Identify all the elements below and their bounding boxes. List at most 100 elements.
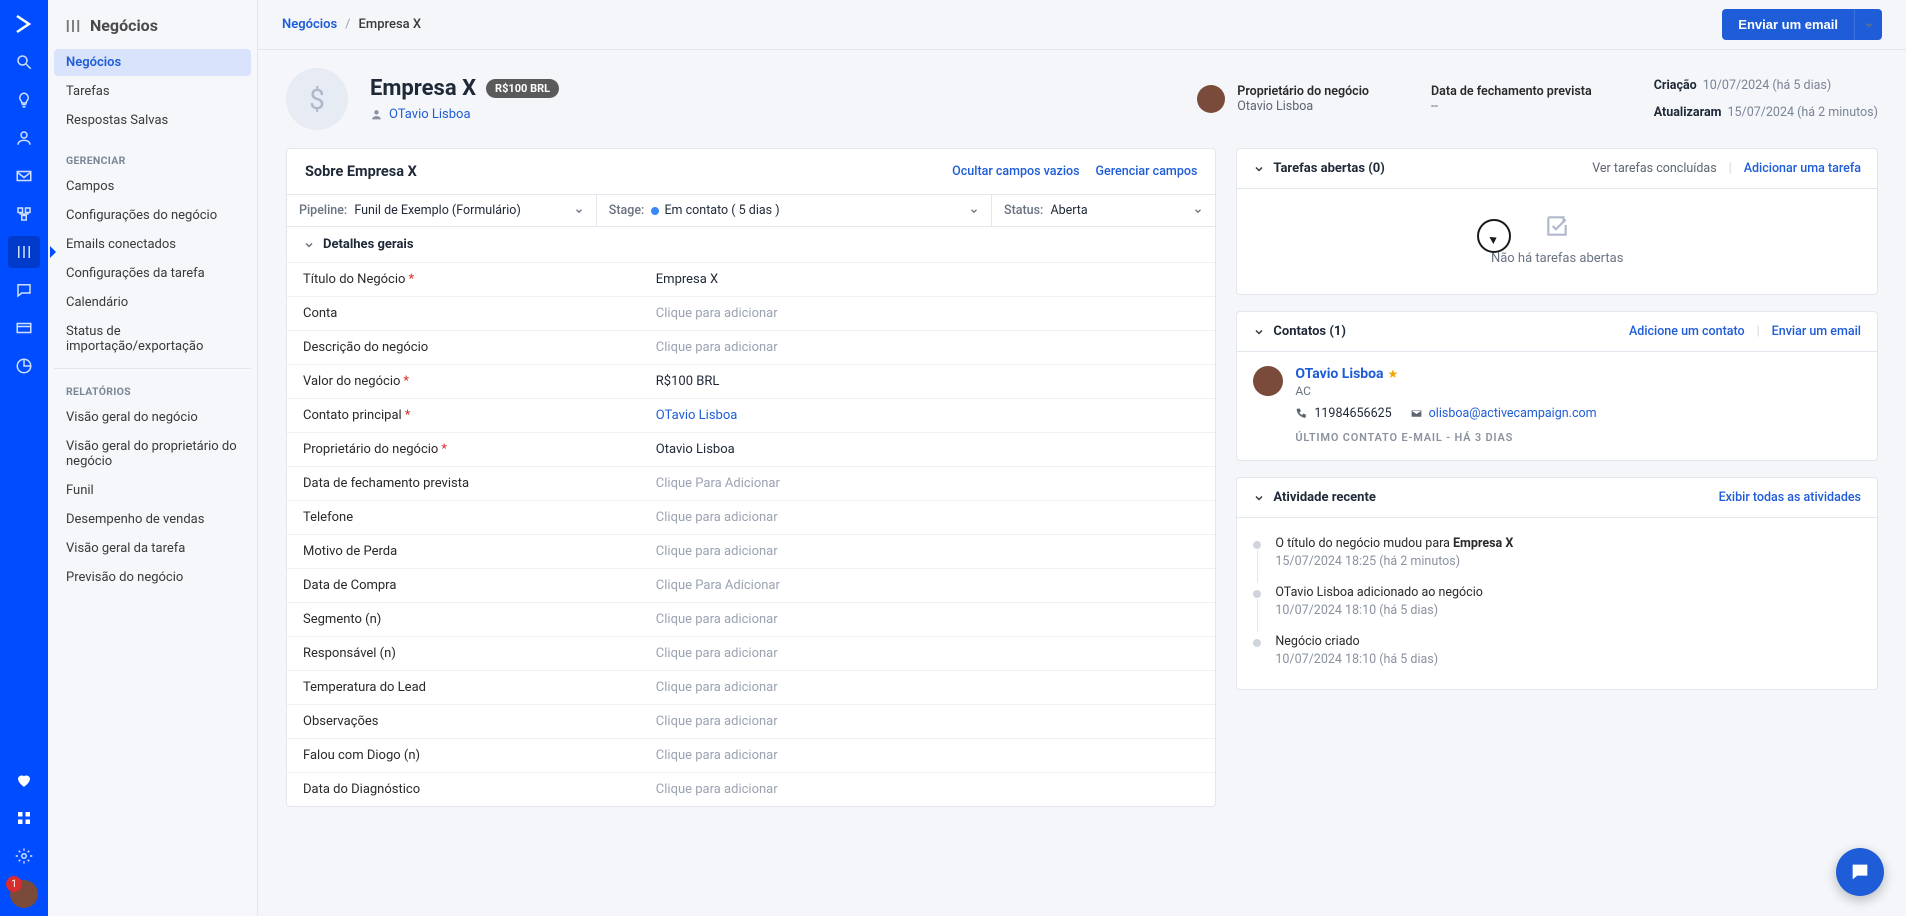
sidebar-item[interactable]: Tarefas [54, 78, 251, 105]
owner-avatar [1197, 85, 1225, 113]
check-icon [1544, 213, 1570, 239]
show-all-activity[interactable]: Exibir todas as atividades [1719, 490, 1861, 505]
sidebar-item[interactable]: Status de importação/exportação [54, 318, 251, 360]
general-details-toggle[interactable]: Detalhes gerais [287, 226, 1215, 262]
person-icon[interactable] [8, 122, 40, 154]
sidebar-item[interactable]: Previsão do negócio [54, 564, 251, 591]
sidebar-item[interactable]: Negócios [54, 49, 251, 76]
about-card: Sobre Empresa X Ocultar campos vazios Ge… [286, 148, 1216, 807]
view-completed-tasks[interactable]: Ver tarefas concluídas [1592, 161, 1716, 176]
sidebar-item[interactable]: Campos [54, 173, 251, 200]
nav-rail: 1 [0, 0, 48, 916]
sidebar-item[interactable]: Respostas Salvas [54, 107, 251, 134]
stage-select[interactable]: Stage: Em contato ( 5 dias ) [597, 195, 992, 226]
contact-email[interactable]: olisboa@activecampaign.com [1429, 406, 1597, 421]
hide-empty-fields[interactable]: Ocultar campos vazios [952, 164, 1079, 179]
field-row[interactable]: ContaClique para adicionar [287, 297, 1215, 331]
field-row[interactable]: TelefoneClique para adicionar [287, 501, 1215, 535]
meta-block: Criação10/07/2024 (há 5 dias) Atualizara… [1654, 78, 1878, 120]
envelope-icon[interactable] [8, 160, 40, 192]
breadcrumb-root[interactable]: Negócios [282, 17, 337, 32]
owner-block: Proprietário do negócio Otavio Lisboa [1197, 84, 1369, 114]
contact-phone: 11984656625 [1314, 406, 1391, 421]
field-row[interactable]: ObservaçõesClique para adicionar [287, 705, 1215, 739]
manage-fields[interactable]: Gerenciar campos [1096, 164, 1198, 179]
status-select[interactable]: Status: Aberta [992, 195, 1215, 226]
activity-list: O título do negócio mudou para Empresa X… [1237, 517, 1877, 689]
contacts-card: Contatos (1) Adicione um contato | Envia… [1236, 311, 1878, 461]
tasks-empty: Não há tarefas abertas [1237, 188, 1877, 294]
tasks-card: Tarefas abertas (0) Ver tarefas concluíd… [1236, 148, 1878, 295]
deals-icon[interactable] [8, 236, 40, 268]
field-row[interactable]: Responsável (n)Clique para adicionar [287, 637, 1215, 671]
user-avatar[interactable]: 1 [8, 878, 40, 910]
deal-header: $ Empresa X R$100 BRL OTavio Lisboa Prop… [258, 50, 1906, 148]
deal-title: Empresa X [370, 76, 476, 101]
breadcrumb-current: Empresa X [359, 17, 422, 32]
apps-icon[interactable] [8, 802, 40, 834]
person-icon [370, 108, 383, 121]
stage-row: Pipeline: Funil de Exemplo (Formulário) … [287, 194, 1215, 226]
field-row[interactable]: Proprietário do negócio*Otavio Lisboa [287, 433, 1215, 467]
bulb-icon[interactable] [8, 84, 40, 116]
send-email-split-button: Enviar um email [1722, 9, 1882, 40]
field-row[interactable]: Data de fechamento previstaClique Para A… [287, 467, 1215, 501]
sidebar-item[interactable]: Desempenho de vendas [54, 506, 251, 533]
sidebar: Negócios NegóciosTarefasRespostas Salvas… [48, 0, 258, 916]
sidebar-item[interactable]: Visão geral da tarefa [54, 535, 251, 562]
sidebar-item[interactable]: Visão geral do negócio [54, 404, 251, 431]
tasks-title: Tarefas abertas (0) [1273, 161, 1384, 176]
field-row[interactable]: Data do DiagnósticoClique para adicionar [287, 773, 1215, 807]
contact-row[interactable]: OTavio Lisboa ★ AC 11984656625 olisboa@ac… [1237, 351, 1877, 460]
sidebar-heading: GERENCIAR [54, 138, 251, 173]
fields-table: Título do Negócio*Empresa XContaClique p… [287, 262, 1215, 806]
add-contact[interactable]: Adicione um contato [1629, 324, 1745, 339]
heart-icon[interactable] [8, 764, 40, 796]
mail-icon [1410, 407, 1423, 420]
field-row[interactable]: Descrição do negócioClique para adiciona… [287, 331, 1215, 365]
sidebar-item[interactable]: Funil [54, 477, 251, 504]
sidebar-heading: RELATÓRIOS [54, 368, 251, 404]
breadcrumb-bar: Negócios / Empresa X Enviar um email [258, 0, 1906, 50]
gear-icon[interactable] [8, 840, 40, 872]
pie-icon[interactable] [8, 350, 40, 382]
send-email-contact[interactable]: Enviar um email [1772, 324, 1861, 339]
field-row[interactable]: Temperatura do LeadClique para adicionar [287, 671, 1215, 705]
contact-avatar [1253, 366, 1283, 396]
logo[interactable] [8, 8, 40, 40]
sidebar-item[interactable]: Visão geral do proprietário do negócio [54, 433, 251, 475]
deal-avatar: $ [286, 68, 348, 130]
activity-item: OTavio Lisboa adicionado ao negócio10/07… [1253, 577, 1861, 626]
phone-icon [1295, 407, 1308, 420]
activity-item: Negócio criado10/07/2024 18:10 (há 5 dia… [1253, 626, 1861, 675]
field-row[interactable]: Data de CompraClique Para Adicionar [287, 569, 1215, 603]
send-email-button[interactable]: Enviar um email [1722, 9, 1854, 40]
field-row[interactable]: Falou com Diogo (n)Clique para adicionar [287, 739, 1215, 773]
breadcrumb: Negócios / Empresa X [282, 17, 421, 32]
chat-icon[interactable] [8, 274, 40, 306]
main: Negócios / Empresa X Enviar um email $ E… [258, 0, 1906, 916]
sidebar-item[interactable]: Emails conectados [54, 231, 251, 258]
org-icon[interactable] [8, 198, 40, 230]
field-row[interactable]: Segmento (n)Clique para adicionar [287, 603, 1215, 637]
sidebar-item[interactable]: Configurações do negócio [54, 202, 251, 229]
search-icon[interactable] [8, 46, 40, 78]
chat-fab[interactable] [1836, 848, 1884, 896]
send-email-caret[interactable] [1854, 9, 1882, 40]
card-icon[interactable] [8, 312, 40, 344]
field-row[interactable]: Motivo de PerdaClique para adicionar [287, 535, 1215, 569]
about-title: Sobre Empresa X [305, 163, 417, 180]
field-row[interactable]: Título do Negócio*Empresa X [287, 263, 1215, 297]
pipeline-select[interactable]: Pipeline: Funil de Exemplo (Formulário) [287, 195, 597, 226]
contacts-title: Contatos (1) [1273, 324, 1346, 339]
sidebar-item[interactable]: Configurações da tarefa [54, 260, 251, 287]
contact-company: AC [1295, 384, 1861, 398]
star-icon: ★ [1388, 367, 1399, 381]
activity-card: Atividade recente Exibir todas as ativid… [1236, 477, 1878, 690]
add-task[interactable]: Adicionar uma tarefa [1744, 161, 1861, 176]
contact-name[interactable]: OTavio Lisboa [1295, 366, 1383, 382]
field-row[interactable]: Valor do negócio*R$100 BRL [287, 365, 1215, 399]
deal-owner-link[interactable]: OTavio Lisboa [389, 107, 471, 122]
sidebar-item[interactable]: Calendário [54, 289, 251, 316]
field-row[interactable]: Contato principal*OTavio Lisboa [287, 399, 1215, 433]
